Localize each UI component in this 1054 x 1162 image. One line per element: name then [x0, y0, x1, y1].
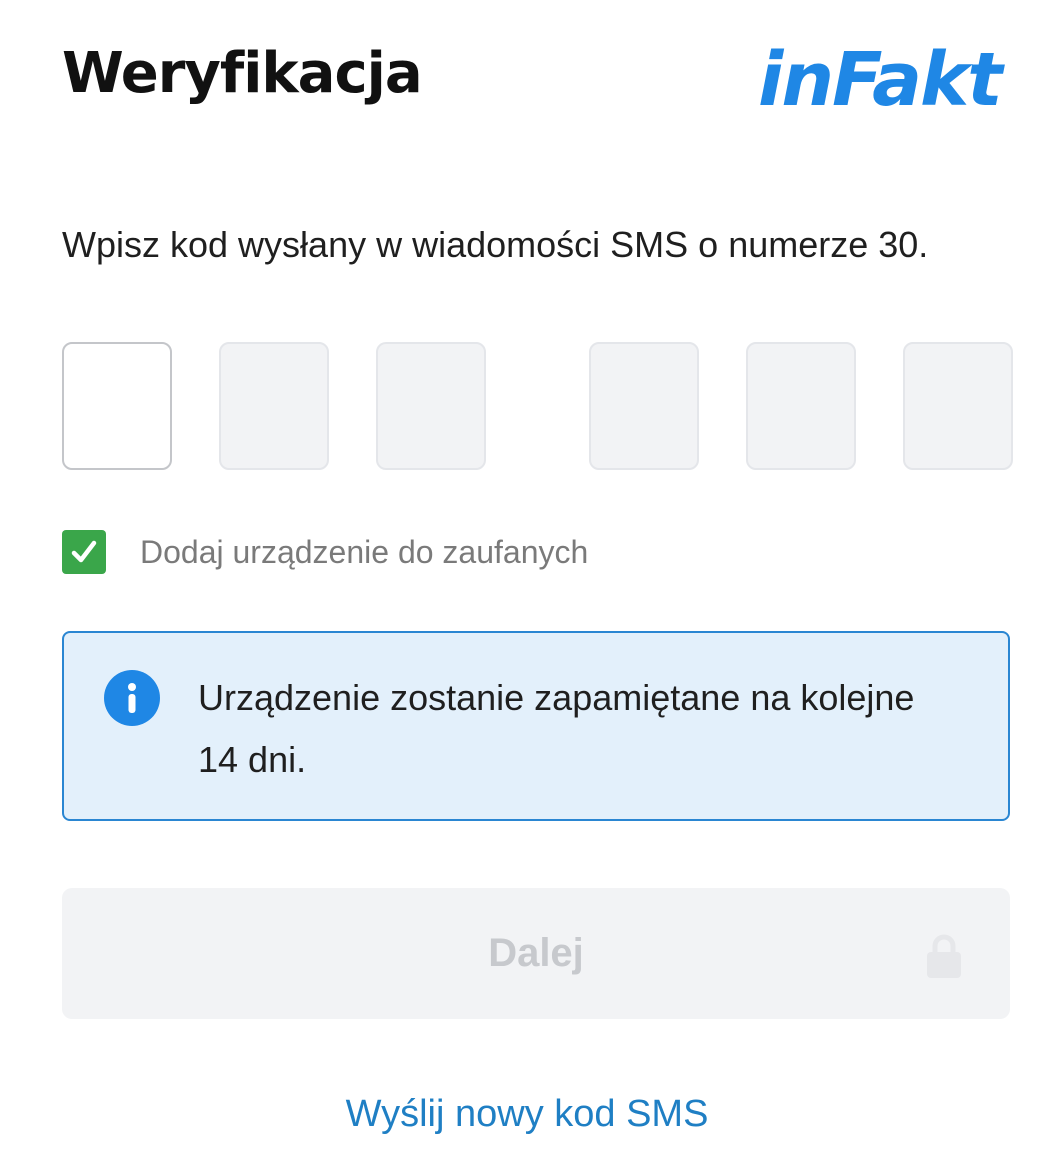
sms-code-inputs: [62, 342, 1016, 474]
infakt-logo: inFakt: [758, 37, 1003, 123]
checkmark-icon: [71, 540, 97, 563]
code-digit-1[interactable]: [62, 342, 172, 470]
header: Weryfikacja inFakt: [0, 0, 1054, 140]
sms-instruction: Wpisz kod wysłany w wiadomości SMS o num…: [62, 224, 929, 265]
info-message: Urządzenie zostanie zapamiętane na kolej…: [198, 677, 915, 780]
code-digit-5[interactable]: [746, 342, 856, 470]
code-digit-2[interactable]: [219, 342, 329, 470]
resend-sms-link[interactable]: Wyślij nowy kod SMS: [0, 1088, 1054, 1140]
next-button[interactable]: Dalej: [62, 888, 1010, 1019]
next-button-label: Dalej: [488, 931, 584, 975]
info-icon: [104, 670, 160, 726]
code-digit-4[interactable]: [589, 342, 699, 470]
page-title: Weryfikacja: [62, 41, 423, 106]
trusted-device-label[interactable]: Dodaj urządzenie do zaufanych: [140, 534, 588, 571]
code-digit-3[interactable]: [376, 342, 486, 470]
info-box: Urządzenie zostanie zapamiętane na kolej…: [62, 631, 1010, 821]
code-digit-6[interactable]: [903, 342, 1013, 470]
trusted-device-option: Dodaj urządzenie do zaufanych: [62, 530, 588, 574]
lock-icon: [927, 934, 961, 978]
trusted-device-checkbox[interactable]: [62, 530, 106, 574]
